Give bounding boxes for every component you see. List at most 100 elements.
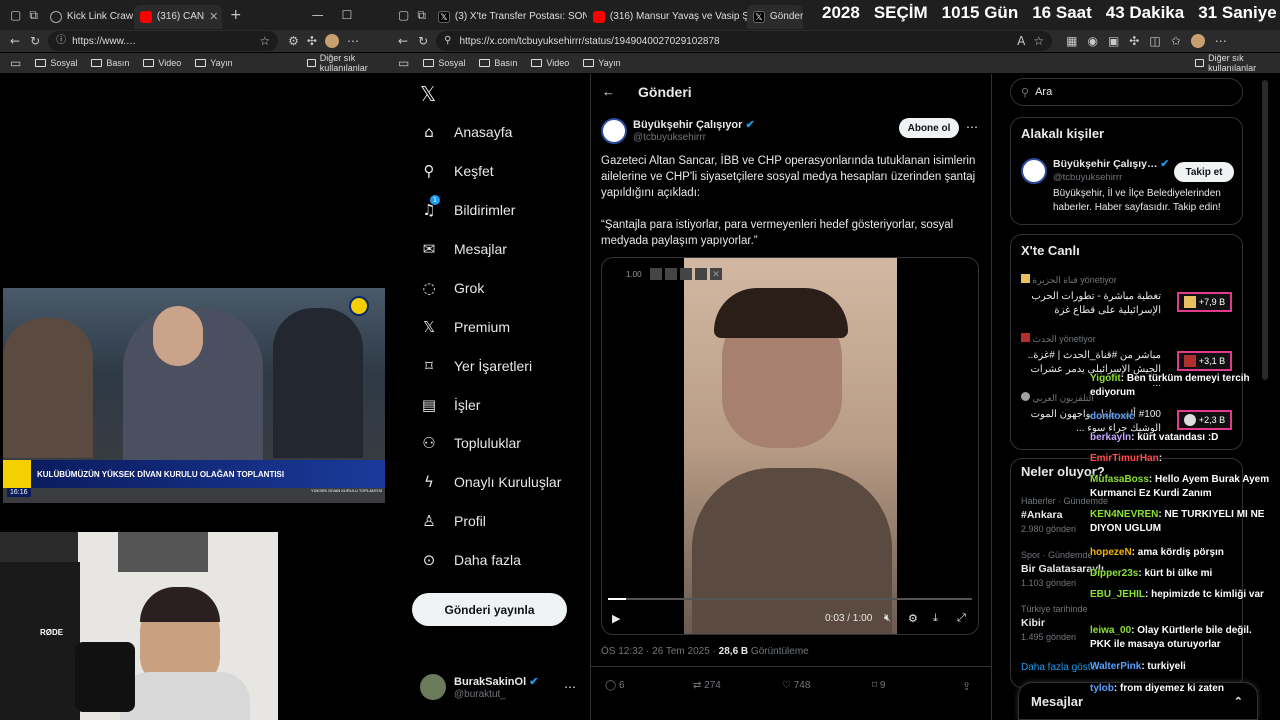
left-tab-1[interactable]: Kick Link Craw — [44, 5, 134, 29]
video-progress-track[interactable] — [608, 598, 972, 600]
profile-avatar[interactable] — [1190, 34, 1205, 48]
toolbar-icon[interactable] — [695, 268, 707, 280]
read-aloud-icon[interactable]: A — [1017, 35, 1025, 47]
show-more-link[interactable]: Daha fazla göster — [1021, 662, 1099, 673]
split-screen-icon[interactable]: ◫ — [1149, 35, 1160, 47]
more-icon[interactable]: ⋯ — [347, 35, 359, 47]
toolbar-icon[interactable] — [650, 268, 662, 280]
author-handle: @tcbuyuksehirrr — [633, 132, 706, 143]
bookmark-folder[interactable]: Video — [143, 58, 181, 68]
account-menu-icon[interactable]: ⋯ — [564, 680, 576, 694]
nav-explore[interactable]: ⚲ Keşfet — [420, 162, 494, 180]
post-menu-icon[interactable]: ⋯ — [966, 120, 978, 134]
author-avatar[interactable] — [601, 118, 627, 144]
left-url-field[interactable]: ⓘ https://www.… ☆ — [48, 31, 279, 51]
nav-grok[interactable]: ◌ Grok — [420, 279, 484, 297]
embedded-video-frame[interactable]: KULÜBÜMÜZÜN YÜKSEK DİVAN KURULU OLAĞAN T… — [3, 288, 385, 503]
author-name[interactable]: Büyükşehir Çalışıyor ✔ — [633, 118, 755, 131]
profile-avatar[interactable] — [324, 34, 339, 48]
nav-notifications[interactable]: ♫ 1 Bildirimler — [420, 195, 515, 219]
tab-actions-icon[interactable]: ⧉ — [417, 9, 426, 21]
puzzle-icon[interactable]: ✣ — [1129, 35, 1139, 47]
chevron-up-icon[interactable]: ⌃ — [1234, 695, 1243, 708]
settings-gear-icon[interactable]: ⚙ — [908, 612, 918, 625]
nav-more[interactable]: ⊙ Daha fazla — [420, 551, 521, 569]
mute-icon[interactable]: 🔇︎ — [884, 612, 891, 625]
right-url-field[interactable]: ⚲ https://x.com/tcbuyuksehirrr/status/19… — [436, 31, 1053, 51]
nav-communities[interactable]: ⚇ Topluluklar — [420, 434, 521, 452]
extension-icon[interactable]: ▦ — [1066, 35, 1077, 47]
reply-button[interactable]: ◯ 6 — [605, 680, 625, 691]
extension-icon[interactable]: ◉ — [1087, 35, 1097, 47]
extension-icon[interactable]: ▣ — [1108, 35, 1119, 47]
nav-messages[interactable]: ✉ Mesajlar — [420, 240, 507, 258]
post-video[interactable]: 1.00 ✕ ▶ 0:03 / 1:00 🔇︎ ⚙ ⤓ ⤢ — [601, 257, 979, 635]
nav-profile[interactable]: ♙ Profil — [420, 512, 486, 530]
nav-verified-orgs[interactable]: ϟ Onaylı Kuruluşlar — [420, 473, 561, 491]
site-info-icon[interactable]: ⚲ — [444, 36, 451, 46]
new-tab-icon[interactable]: + — [230, 8, 242, 22]
refresh-icon[interactable]: ↻ — [30, 35, 40, 47]
subscribe-button[interactable]: Abone ol — [899, 118, 959, 138]
favorites-icon[interactable]: ✩ — [1171, 35, 1181, 47]
back-icon[interactable]: ← — [398, 35, 408, 47]
star-icon[interactable]: ☆ — [259, 35, 270, 47]
right-tab-1[interactable]: 𝕏 (3) X'te Transfer Postası: SON — [432, 5, 587, 29]
nav-bookmarks[interactable]: ⌑ Yer İşaretleri — [420, 357, 532, 375]
close-tab-icon[interactable]: ✕ — [209, 10, 218, 23]
window-menu-icon[interactable]: ▢ — [10, 9, 21, 21]
nav-jobs[interactable]: ▤ İşler — [420, 396, 481, 414]
post-button[interactable]: Gönderi yayınla — [412, 593, 567, 626]
back-arrow-icon[interactable]: ← — [602, 84, 615, 99]
account-avatar[interactable] — [420, 674, 446, 700]
trend-name-1[interactable]: #Ankara — [1021, 509, 1062, 521]
puzzle-icon[interactable]: ✣ — [307, 35, 317, 47]
close-icon[interactable]: ✕ — [710, 268, 722, 280]
bookmark-folder[interactable]: Sosyal — [35, 58, 77, 68]
toolbar-icon[interactable] — [680, 268, 692, 280]
play-icon[interactable]: ▶ — [612, 612, 620, 625]
reading-list-icon[interactable]: ▭ — [10, 57, 21, 69]
nav-home[interactable]: ⌂ Anasayfa — [420, 123, 512, 141]
like-button[interactable]: ♡ 748 — [782, 680, 810, 691]
repost-button[interactable]: ⇄ 274 — [693, 680, 721, 691]
bookmark-folder[interactable]: Basın — [479, 58, 517, 68]
maximize-icon[interactable]: ☐ — [342, 9, 353, 21]
refresh-icon[interactable]: ↻ — [418, 35, 428, 47]
more-icon[interactable]: ⋯ — [1215, 35, 1227, 47]
extension-icon[interactable]: ⚙ — [288, 35, 299, 47]
bookmark-folder[interactable]: Video — [531, 58, 569, 68]
bookmark-folder[interactable]: Yayın — [195, 58, 233, 68]
follow-button[interactable]: Takip et — [1174, 162, 1234, 182]
right-tab-3[interactable]: 𝕏Gönderiler — [746, 4, 803, 29]
bookmark-folder[interactable]: Yayın — [583, 58, 621, 68]
live-count-1[interactable]: +7,9 B — [1177, 292, 1232, 312]
x-logo-icon[interactable]: 𝕏 — [420, 82, 436, 106]
pip-icon[interactable]: ⤓ — [933, 612, 938, 625]
live-count-2[interactable]: +3,1 B — [1177, 351, 1232, 371]
bookmark-folder[interactable]: Basın — [91, 58, 129, 68]
reading-list-icon[interactable]: ▭ — [398, 57, 409, 69]
back-icon[interactable]: ← — [10, 35, 20, 47]
bookmark-folder[interactable]: Sosyal — [423, 58, 465, 68]
related-name[interactable]: Büyükşehir Çalışıy… ✔ — [1053, 158, 1169, 170]
nav-premium[interactable]: 𝕏 Premium — [420, 318, 510, 336]
window-menu-icon[interactable]: ▢ — [398, 9, 409, 21]
trend-name-3[interactable]: Kibir — [1021, 617, 1045, 629]
tab-actions-icon[interactable]: ⧉ — [29, 9, 38, 21]
related-avatar[interactable] — [1021, 158, 1047, 184]
search-input[interactable]: ⚲ Ara — [1010, 78, 1243, 106]
right-tab-2[interactable]: (316) Mansur Yavaş ve Vasip Şahin — [587, 5, 747, 29]
live-title-1[interactable]: تغطية مباشرة - تطورات الحرب الإسرائيلية … — [1021, 290, 1161, 318]
toolbar-icon[interactable] — [665, 268, 677, 280]
account-name[interactable]: BurakSakinOl ✔ — [454, 675, 538, 688]
minimize-icon[interactable]: — — [312, 9, 324, 21]
bookmark-folder-other[interactable]: Diğer sık kullanılanlar — [1194, 53, 1280, 73]
bookmark-button[interactable]: ⌑ 9 — [872, 680, 885, 691]
left-tab-2[interactable]: (316) CAN ✕ — [133, 4, 222, 29]
fullscreen-icon[interactable]: ⤢ — [957, 612, 966, 625]
star-icon[interactable]: ☆ — [1033, 35, 1044, 47]
share-icon[interactable]: ⇪ — [962, 680, 971, 693]
scrollbar[interactable] — [1262, 80, 1268, 380]
bookmark-folder-other[interactable]: Diğer sık kullanılanlar — [306, 53, 388, 73]
